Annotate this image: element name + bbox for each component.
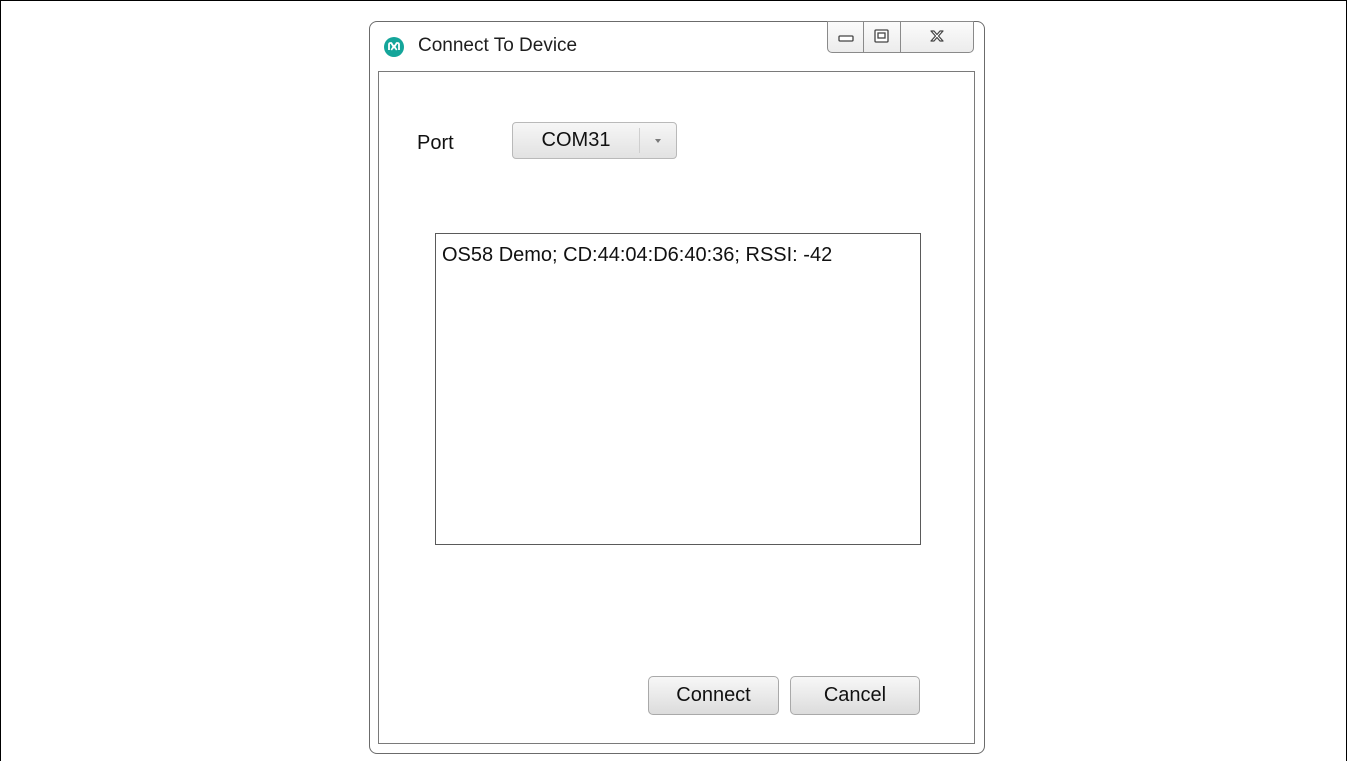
port-label: Port — [417, 132, 454, 154]
restore-button[interactable] — [864, 21, 901, 53]
title-bar[interactable]: Connect To Device — [370, 21, 984, 70]
connect-button[interactable]: Connect — [648, 676, 779, 715]
window-controls — [827, 21, 974, 54]
select-divider — [639, 128, 640, 153]
dialog-body: Port COM31 OS58 Demo; CD:44:04:D6:40:36;… — [378, 71, 975, 744]
minimize-icon — [838, 35, 854, 42]
device-list[interactable]: OS58 Demo; CD:44:04:D6:40:36; RSSI: -42 — [435, 233, 921, 545]
device-list-item[interactable]: OS58 Demo; CD:44:04:D6:40:36; RSSI: -42 — [442, 244, 832, 267]
chevron-down-icon[interactable] — [651, 136, 665, 146]
close-button[interactable] — [901, 21, 974, 53]
close-icon — [930, 30, 944, 42]
restore-icon — [874, 29, 889, 43]
minimize-button[interactable] — [827, 21, 864, 53]
maxim-logo-icon — [384, 37, 404, 57]
port-selected-value: COM31 — [541, 129, 611, 151]
port-select[interactable]: COM31 — [512, 122, 677, 159]
cancel-button[interactable]: Cancel — [790, 676, 920, 715]
window-title: Connect To Device — [418, 35, 578, 56]
connect-dialog: Connect To Device Port COM31 OS58 Demo; … — [369, 21, 985, 754]
